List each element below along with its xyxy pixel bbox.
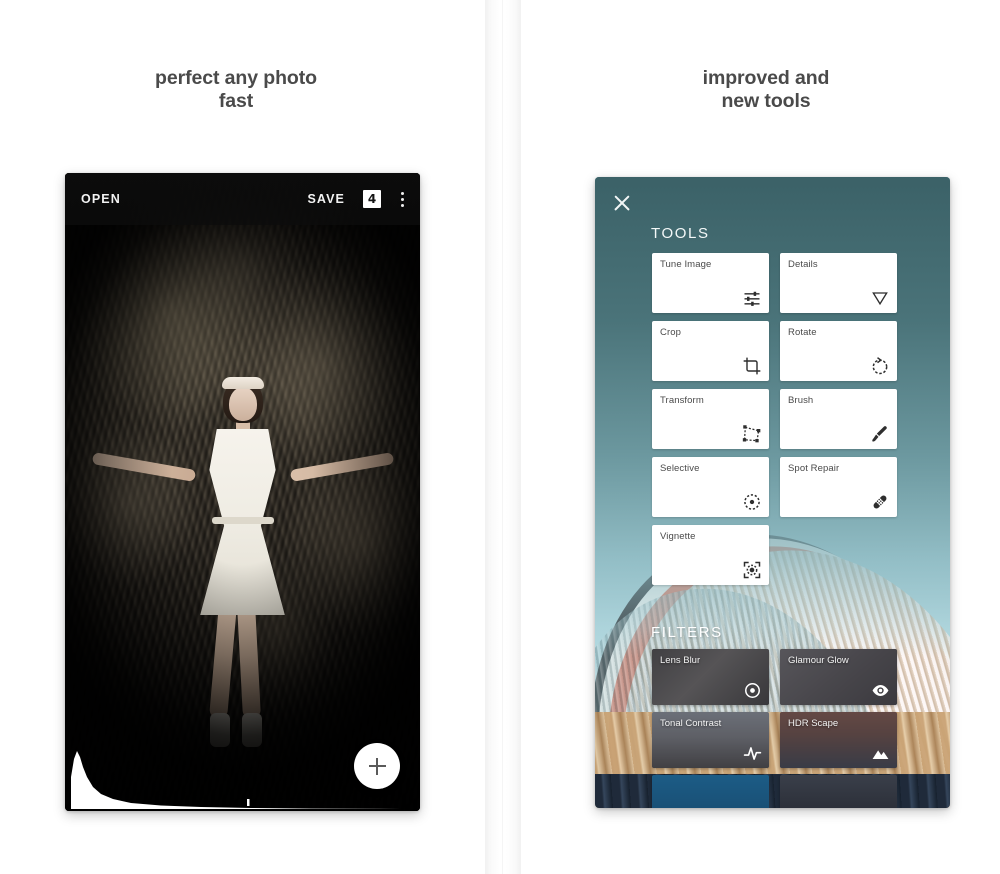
screenshot-stage: perfect any photo fast OPEN SAVE 4 impro…	[0, 0, 1000, 874]
right-caption-line2: new tools	[721, 90, 811, 112]
tool-label: Selective	[660, 463, 700, 474]
panel-divider	[485, 0, 521, 874]
crop-icon	[740, 354, 762, 376]
tool-label: Spot Repair	[788, 463, 840, 474]
filter-thumbnail	[652, 775, 769, 808]
filters-heading: FILTERS	[651, 624, 723, 641]
editor-topbar: OPEN SAVE 4	[65, 173, 420, 225]
edit-stack-icon[interactable]: 4	[363, 190, 381, 208]
tool-card-brush[interactable]: Brush	[780, 389, 897, 449]
waveform-icon	[740, 741, 762, 763]
tool-card-transform[interactable]: Transform	[652, 389, 769, 449]
phone-screenshot-tools: TOOLS Tune Image Details Crop Rotate Tra…	[595, 177, 950, 808]
right-caption: improved and new tools	[590, 67, 942, 113]
menu-dot	[401, 197, 404, 201]
tool-label: Tune Image	[660, 259, 712, 270]
tool-card-spot-repair[interactable]: Spot Repair	[780, 457, 897, 517]
left-caption-line2: fast	[218, 90, 254, 112]
tool-card-selective[interactable]: Selective	[652, 457, 769, 517]
tool-card-crop[interactable]: Crop	[652, 321, 769, 381]
tool-card-tune-image[interactable]: Tune Image	[652, 253, 769, 313]
save-button[interactable]: SAVE	[307, 192, 345, 206]
tool-label: Details	[788, 259, 818, 270]
left-caption-line1: perfect any photo	[155, 67, 317, 89]
filter-card-tonal-contrast[interactable]: Tonal Contrast	[652, 712, 769, 768]
bandage-icon	[868, 490, 890, 512]
filters-grid: Lens Blur Glamour Glow Tonal Contrast HD…	[652, 649, 897, 808]
sliders-icon	[740, 286, 762, 308]
selective-target-icon	[740, 490, 762, 512]
menu-dot	[401, 203, 404, 207]
tool-label: Rotate	[788, 327, 817, 338]
photo-canvas[interactable]	[65, 173, 420, 811]
aperture-icon	[740, 678, 762, 700]
menu-dot	[401, 191, 404, 195]
eye-icon	[868, 678, 890, 700]
tool-label: Vignette	[660, 531, 696, 542]
tool-card-details[interactable]: Details	[780, 253, 897, 313]
right-caption-line1: improved and	[702, 67, 830, 89]
add-button[interactable]	[354, 743, 400, 789]
phone-screenshot-editor: OPEN SAVE 4	[65, 173, 420, 811]
filter-label: Glamour Glow	[788, 655, 849, 666]
tool-card-rotate[interactable]: Rotate	[780, 321, 897, 381]
tool-label: Crop	[660, 327, 681, 338]
filter-label: HDR Scape	[788, 718, 839, 729]
vignette-icon	[740, 558, 762, 580]
open-button[interactable]: OPEN	[81, 192, 121, 206]
tool-label: Transform	[660, 395, 704, 406]
panel-divider-line	[502, 0, 503, 874]
filter-card-partial-left[interactable]	[652, 775, 769, 808]
filter-label: Tonal Contrast	[660, 718, 722, 729]
close-icon[interactable]	[612, 193, 632, 213]
filter-card-partial-right[interactable]	[780, 775, 897, 808]
filter-thumbnail	[780, 775, 897, 808]
rotate-icon	[868, 354, 890, 376]
tools-grid: Tune Image Details Crop Rotate Transform…	[652, 253, 897, 585]
left-caption: perfect any photo fast	[60, 67, 412, 113]
brush-icon	[868, 422, 890, 444]
filter-label: Lens Blur	[660, 655, 701, 666]
filter-card-hdr-scape[interactable]: HDR Scape	[780, 712, 897, 768]
filter-card-lens-blur[interactable]: Lens Blur	[652, 649, 769, 705]
plus-icon-bar	[376, 757, 378, 775]
tool-card-vignette[interactable]: Vignette	[652, 525, 769, 585]
photo-vignette	[65, 173, 420, 811]
filter-card-glamour-glow[interactable]: Glamour Glow	[780, 649, 897, 705]
transform-icon	[740, 422, 762, 444]
mountains-icon	[868, 741, 890, 763]
overflow-menu-icon[interactable]	[401, 191, 404, 207]
tools-heading: TOOLS	[651, 225, 710, 242]
triangle-down-icon	[868, 286, 890, 308]
tool-label: Brush	[788, 395, 814, 406]
